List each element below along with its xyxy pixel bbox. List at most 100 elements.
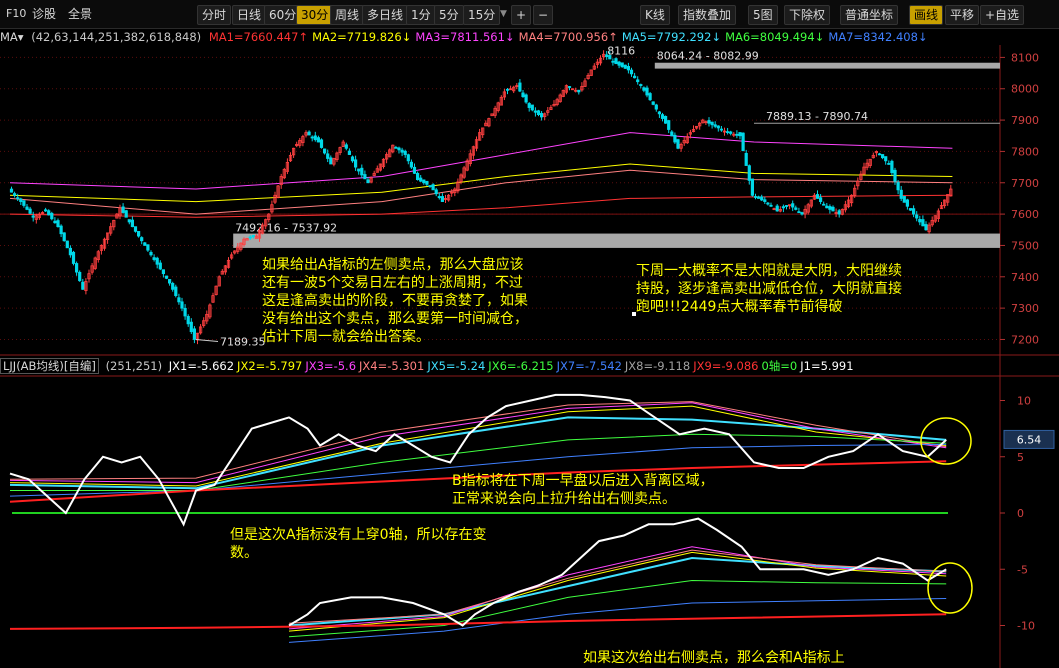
candle-body [620,62,624,68]
candle-body [56,220,60,228]
candle-body [642,87,646,91]
candle-body [738,132,742,137]
candle-body [28,208,32,214]
candle-body [636,79,640,83]
candle-body [828,206,832,210]
annotation-b-indicator: B指标将在下周一早盘以后进入背离区域， 正常来说会向上拉升给出右侧卖点。 [452,472,714,508]
candle-body [71,251,76,264]
candle-body [645,87,649,96]
candle-body [831,206,835,212]
candle-body [726,131,730,134]
candle-body [881,154,885,159]
annotation-line: 跑吧!!!2449点大概率春节前得破 [636,299,843,315]
candle-body [171,282,175,290]
price-chart: 8100 8000 7900 7800 7700 7600 7500 7400 7300 7200… [0,44,1059,668]
candle-body [357,168,361,172]
candle-body [248,236,252,239]
candle-body [25,206,29,210]
candle-body [623,64,627,69]
annotation-line: 下周一大概率不是大阳就是大阴，大阳继续 [636,263,902,279]
candle-body [124,210,128,218]
candle-body [121,206,125,213]
candle-body [394,146,398,149]
candle-body [924,224,928,231]
candle-body [130,219,134,228]
candle-body [766,202,770,205]
candle-body [530,104,534,111]
candle-body [149,251,153,256]
candle-body [316,137,321,143]
candle-body [167,279,172,284]
candle-body [307,131,311,136]
candle-body [9,188,14,193]
candle-body [16,197,20,200]
candle-body [899,189,903,199]
candle-body [174,286,178,296]
candle-body [657,111,662,115]
current-value-label: 6.54 [1017,433,1042,446]
annotation-right: 下周一大概率不是大阳就是大阴，大阳继续 持股，逐步逢高卖出减低仓位，大阴就直接 … [636,262,902,316]
candle-body [710,121,714,126]
candle-body [729,131,733,134]
candle-body [567,86,572,88]
indicator-tick-label: 5 [1017,451,1024,464]
candle-body [164,275,169,279]
candle-body [183,307,187,317]
candle-body [912,208,916,215]
price-zone [233,233,1000,248]
indicator-tick-label: -5 [1017,563,1028,576]
candle-body [887,162,891,165]
candle-body [617,61,621,66]
annotation-bottom: 如果这次给出右侧卖点，那么会和A指标上 [583,649,845,667]
candle-body [654,104,658,110]
candle-body [428,185,432,187]
candle-body [763,199,767,202]
annotation-line: B指标将在下周一早盘以后进入背离区域， [452,473,714,489]
candle-body [660,114,665,119]
candle-body [422,179,426,184]
candle-body [667,120,671,130]
candle-body [400,149,404,153]
candle-body [251,234,255,238]
candle-body [437,196,441,199]
candle-body [747,165,751,181]
candle-body [750,178,755,196]
annotation-line: 估计下周一就会给出答案。 [262,329,430,345]
candle-body [815,194,820,199]
candle-body [363,174,367,180]
candle-body [319,139,324,148]
candle-body [155,257,159,265]
candle-body [143,242,147,246]
candle-body [670,131,674,137]
candle-body [769,204,773,207]
candle-body [536,110,541,115]
candle-body [639,84,643,87]
indicator-tick-label: -10 [1017,620,1035,633]
price-tick-label: 7800 [1011,145,1039,158]
candle-body [347,150,352,155]
candle-body [877,153,882,156]
candle-body [896,182,900,191]
price-tick-label: 8000 [1011,83,1039,96]
indicator-b-band [288,579,947,638]
price-zone-label: 8064.24 - 8082.99 [657,50,759,63]
candle-body [31,215,35,218]
candle-body [673,134,677,143]
candle-body [177,297,181,303]
candle-body [53,220,57,224]
candle-body [68,247,72,256]
candle-body [403,150,407,155]
candle-body [797,211,801,214]
candle-body [918,218,922,223]
candle-body [741,132,745,152]
candle-body [524,94,528,103]
candle-body [136,231,141,237]
candle-body [505,88,510,91]
candle-body [614,58,618,65]
candle-body [152,257,156,260]
candle-body [611,60,615,63]
candle-body [65,240,69,249]
candle-body [884,156,888,162]
candle-body [527,103,531,108]
annotation-line: 但是这次A指标没有上穿0轴，所以存在变 [230,527,487,543]
